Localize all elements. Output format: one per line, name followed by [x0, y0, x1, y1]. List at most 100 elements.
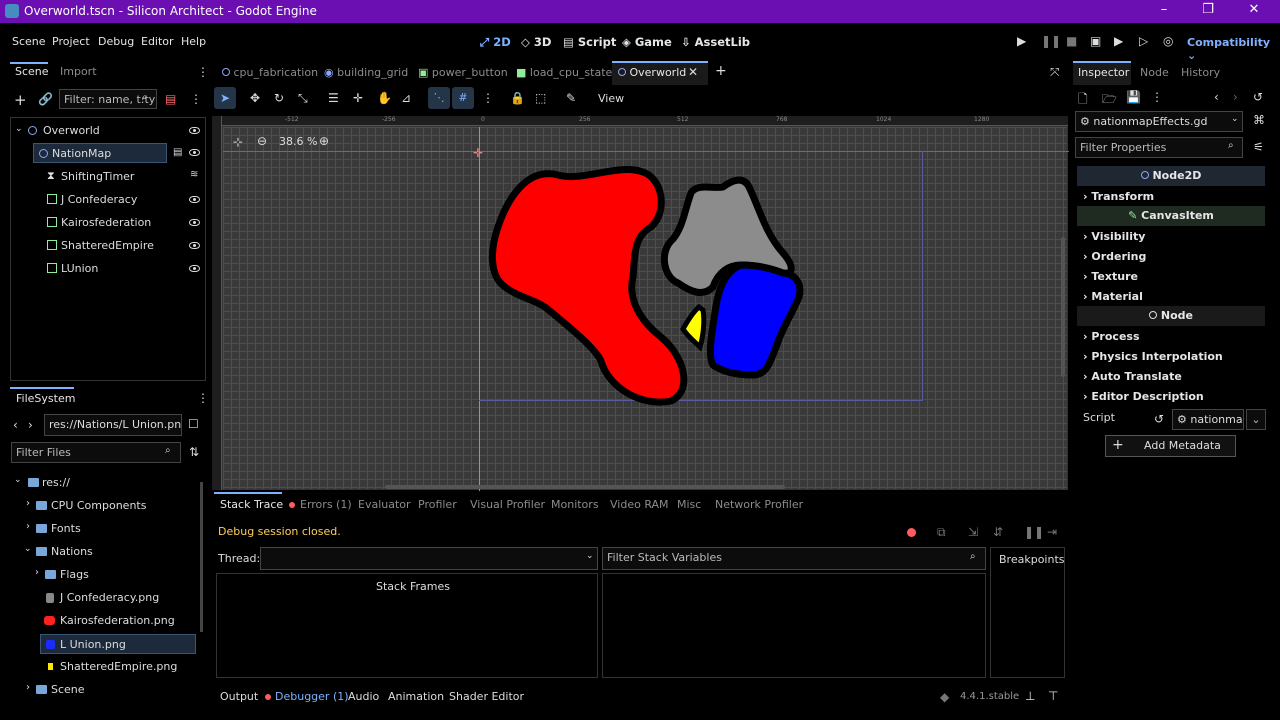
- break-icon[interactable]: ❚❚: [1024, 525, 1044, 539]
- section-ordering[interactable]: › Ordering: [1083, 250, 1146, 263]
- tab-visual-profiler[interactable]: Visual Profiler: [470, 498, 545, 511]
- snap-options-icon[interactable]: ⋮: [482, 91, 494, 105]
- stop-icon[interactable]: ■: [1066, 34, 1077, 48]
- visibility-eye-icon[interactable]: [189, 242, 200, 249]
- script-dropdown-button[interactable]: ⌄: [1246, 409, 1266, 430]
- filter-files-input[interactable]: Filter Files: [11, 442, 181, 463]
- tree-item-root[interactable]: ⌄ res://: [10, 474, 196, 492]
- tab-errors[interactable]: Errors (1): [300, 498, 352, 511]
- tab-video-ram[interactable]: Video RAM: [610, 498, 669, 511]
- tab-overworld[interactable]: Overworld: [618, 66, 686, 79]
- menu-debug[interactable]: Debug: [98, 35, 134, 48]
- menu-project[interactable]: Project: [52, 35, 90, 48]
- section-material[interactable]: › Material: [1083, 290, 1143, 303]
- inspector-settings-icon[interactable]: ⚟: [1253, 140, 1264, 154]
- mode-game-button[interactable]: ◈ Game: [622, 35, 672, 49]
- group-icon[interactable]: ⬚: [535, 91, 546, 105]
- minimize-icon[interactable]: –: [1154, 2, 1174, 17]
- movie-icon[interactable]: ◎: [1163, 34, 1173, 48]
- save-resource-icon[interactable]: 💾: [1126, 90, 1141, 104]
- open-resource-icon[interactable]: 🗁: [1102, 90, 1117, 111]
- mode-script-button[interactable]: ▤ Script: [563, 35, 616, 49]
- smart-snap-button[interactable]: ⋱: [428, 87, 450, 109]
- renderer-select[interactable]: Compatibility ⌄: [1187, 36, 1280, 62]
- grid-snap-button[interactable]: #: [452, 87, 474, 109]
- mode-assetlib-button[interactable]: ⇩ AssetLib: [681, 35, 750, 49]
- visibility-eye-icon[interactable]: [189, 196, 200, 203]
- add-node-icon[interactable]: +: [14, 91, 27, 109]
- signal-icon[interactable]: ≋: [190, 169, 198, 180]
- sort-icon[interactable]: ⇅: [189, 445, 199, 459]
- select-tool-button[interactable]: ➤: [214, 87, 236, 109]
- tab-profiler[interactable]: Profiler: [418, 498, 457, 511]
- history-forward-icon[interactable]: ›: [1233, 90, 1238, 104]
- play-icon[interactable]: ▶: [1017, 34, 1026, 48]
- toggle-split-icon[interactable]: ☐: [188, 417, 199, 431]
- move-tool-icon[interactable]: ✥: [250, 91, 260, 105]
- filesystem-scrollbar[interactable]: [200, 482, 203, 632]
- link-icon[interactable]: 🔗: [38, 92, 53, 106]
- tab-filesystem[interactable]: FileSystem: [16, 392, 75, 405]
- continue-icon[interactable]: ⇥: [1047, 525, 1057, 539]
- menu-help[interactable]: Help: [181, 35, 206, 48]
- dock-menu-icon[interactable]: ⋮: [197, 391, 209, 405]
- section-visibility[interactable]: › Visibility: [1083, 230, 1145, 243]
- tree-item-scene[interactable]: › Scene: [10, 681, 196, 699]
- new-tab-icon[interactable]: +: [715, 63, 727, 79]
- section-editor-description[interactable]: › Editor Description: [1083, 390, 1204, 403]
- tree-row-kairosfederation[interactable]: Kairosfederation: [11, 214, 205, 232]
- forward-icon[interactable]: ›: [28, 418, 33, 432]
- tab-evaluator[interactable]: Evaluator: [358, 498, 411, 511]
- section-auto-translate[interactable]: › Auto Translate: [1083, 370, 1182, 383]
- list-select-icon[interactable]: ☰: [328, 91, 339, 105]
- filter-properties-input[interactable]: Filter Properties: [1075, 137, 1243, 158]
- dock-menu-icon[interactable]: ⋮: [197, 65, 209, 79]
- step-over-icon[interactable]: ⇵: [993, 525, 1003, 539]
- visibility-eye-icon[interactable]: [189, 149, 200, 156]
- tree-item-jconfederacy-png[interactable]: J Confederacy.png: [10, 589, 196, 607]
- canvas-viewport[interactable]: ✛ ⊹ ⊖ 38.6 % ⊕: [222, 126, 1069, 491]
- visibility-eye-icon[interactable]: [189, 127, 200, 134]
- tab-network-profiler[interactable]: Network Profiler: [715, 498, 803, 511]
- tree-item-fonts[interactable]: › Fonts: [10, 520, 196, 538]
- pin-icon[interactable]: ⊥: [1025, 689, 1035, 703]
- new-resource-icon[interactable]: 🗋: [1078, 90, 1088, 111]
- mode-3d-button[interactable]: ◇ 3D: [521, 35, 551, 49]
- tab-output[interactable]: Output: [220, 690, 258, 703]
- menu-editor[interactable]: Editor: [141, 35, 174, 48]
- scene-more-icon[interactable]: ⋮: [190, 92, 202, 106]
- step-into-icon[interactable]: ⇲: [968, 525, 978, 539]
- tab-scene[interactable]: Scene: [15, 65, 49, 78]
- breakpoint-record-icon[interactable]: [907, 528, 916, 537]
- play-custom-icon[interactable]: ▷: [1139, 34, 1148, 48]
- object-history-icon[interactable]: ↺: [1253, 90, 1263, 104]
- tab-power-button[interactable]: ▣ power_button: [418, 66, 508, 79]
- attach-script-icon[interactable]: ▤: [165, 92, 176, 106]
- close-tab-icon[interactable]: ✕: [688, 65, 698, 79]
- visibility-eye-icon[interactable]: [189, 219, 200, 226]
- remote-debug-icon[interactable]: ▣: [1090, 34, 1101, 48]
- tab-misc[interactable]: Misc: [677, 498, 701, 511]
- section-physics-interpolation[interactable]: › Physics Interpolation: [1083, 350, 1223, 363]
- resource-more-icon[interactable]: ⋮: [1151, 90, 1163, 104]
- back-icon[interactable]: ‹: [13, 418, 18, 432]
- visibility-eye-icon[interactable]: [189, 265, 200, 272]
- tab-audio[interactable]: Audio: [348, 690, 379, 703]
- edited-object-select[interactable]: ⚙ nationmapEffects.gd: [1075, 111, 1243, 132]
- object-properties-icon[interactable]: ⌘: [1253, 113, 1265, 127]
- pivot-tool-icon[interactable]: ✛: [353, 91, 363, 105]
- filter-stack-variables-input[interactable]: Filter Stack Variables: [602, 547, 986, 570]
- tab-monitors[interactable]: Monitors: [551, 498, 599, 511]
- section-transform[interactable]: › Transform: [1083, 190, 1154, 203]
- view-menu-button[interactable]: View: [598, 92, 624, 105]
- lock-icon[interactable]: 🔒: [510, 91, 525, 105]
- revert-icon[interactable]: ↺: [1154, 412, 1164, 426]
- tree-row-shatteredempire[interactable]: ShatteredEmpire: [11, 237, 205, 255]
- pause-icon[interactable]: ❚❚: [1041, 34, 1061, 48]
- tree-item-lunion-png[interactable]: L Union.png: [40, 634, 196, 654]
- tree-row-overworld[interactable]: ⌄ Overworld: [11, 122, 205, 140]
- maximize-icon[interactable]: ❐: [1198, 2, 1218, 17]
- path-input[interactable]: res://Nations/L Union.png: [44, 414, 182, 436]
- tree-item-nations[interactable]: ⌄ Nations: [10, 543, 196, 561]
- tab-debugger[interactable]: Debugger (1): [275, 690, 349, 703]
